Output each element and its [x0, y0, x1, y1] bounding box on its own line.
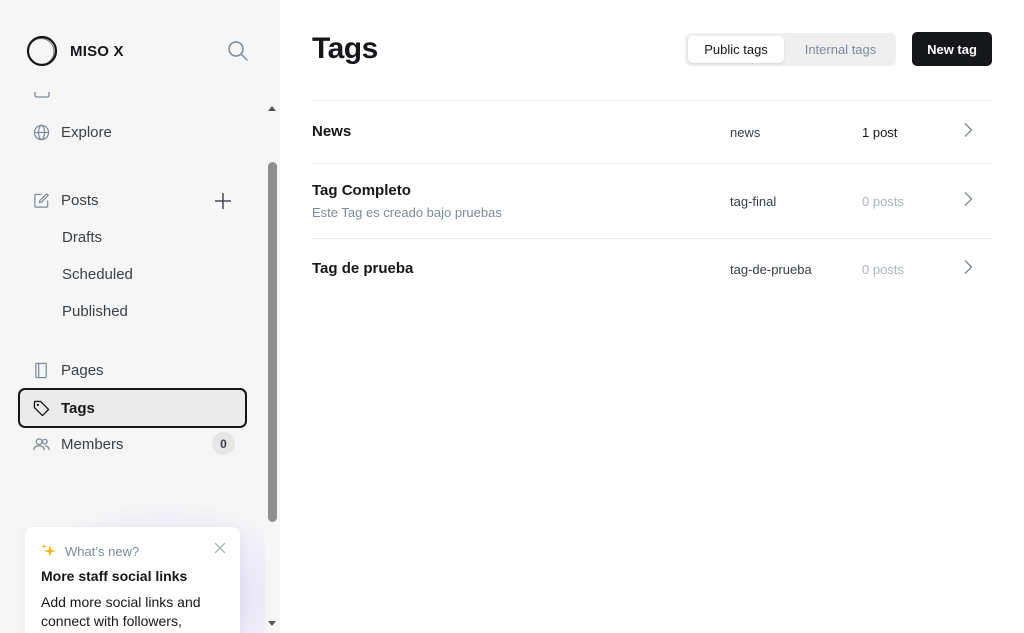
new-post-plus-icon[interactable]	[213, 191, 233, 211]
whats-new-text: Add more social links and connect with f…	[41, 594, 201, 633]
site-name: MISO X	[70, 42, 124, 60]
new-tag-button[interactable]: New tag	[912, 32, 992, 66]
tag-row[interactable]: Tag de prueba tag-de-prueba 0 posts	[312, 239, 992, 302]
tag-post-count: 1 post	[862, 125, 898, 140]
sidebar-item-label: Tags	[61, 399, 95, 417]
tag-name: Tag de prueba	[312, 260, 414, 277]
scroll-up-arrow-icon[interactable]	[268, 106, 276, 111]
tag-post-count: 0 posts	[862, 262, 904, 277]
tag-type-toggle: Public tags Internal tags	[685, 33, 896, 66]
sidebar-item-label: Posts	[61, 191, 99, 209]
tag-icon	[32, 399, 50, 417]
main-content: Tags Public tags Internal tags New tag N…	[280, 0, 1024, 633]
sparkle-icon	[41, 544, 56, 557]
sidebar-item-explore[interactable]: Explore	[18, 112, 247, 152]
sidebar-item-drafts[interactable]: Drafts	[62, 229, 102, 246]
edit-icon	[32, 191, 50, 209]
search-icon[interactable]	[226, 39, 250, 63]
tag-post-count: 0 posts	[862, 194, 904, 209]
members-icon	[32, 435, 50, 453]
scroll-down-arrow-icon[interactable]	[268, 621, 276, 626]
sidebar: MISO X Explore Posts Drafts Scheduled Pu…	[0, 0, 280, 633]
tag-description: Este Tag es creado bajo pruebas	[312, 205, 502, 220]
chevron-right-icon	[964, 123, 973, 137]
tag-slug: news	[730, 125, 761, 140]
tag-slug: tag-final	[730, 194, 777, 209]
whats-new-header: What’s new?	[41, 543, 224, 559]
tag-name: News	[312, 123, 352, 140]
sidebar-item-published[interactable]: Published	[62, 303, 128, 320]
tag-row[interactable]: News news 1 post	[312, 101, 992, 164]
sidebar-item-label: Pages	[61, 361, 104, 379]
site-logo-icon	[26, 35, 58, 67]
site-brand[interactable]: MISO X	[26, 35, 124, 67]
tag-slug: tag-de-prueba	[730, 262, 812, 277]
whats-new-card[interactable]: What’s new? More staff social links Add …	[25, 527, 240, 633]
close-icon[interactable]	[214, 542, 226, 554]
sidebar-item-label: Members	[61, 435, 124, 453]
sidebar-item-label: Explore	[61, 123, 112, 141]
tag-row[interactable]: Tag Completo Este Tag es creado bajo pru…	[312, 164, 992, 239]
sidebar-item-pages[interactable]: Pages	[18, 350, 247, 390]
tab-public-tags[interactable]: Public tags	[688, 36, 784, 63]
whats-new-title: More staff social links	[41, 568, 188, 584]
tab-internal-tags[interactable]: Internal tags	[789, 36, 892, 63]
chevron-right-icon	[964, 260, 973, 274]
members-count-badge: 0	[212, 432, 235, 455]
page-icon	[32, 361, 50, 379]
tags-list: News news 1 post Tag Completo Este Tag e…	[312, 100, 992, 302]
page-title: Tags	[312, 32, 378, 65]
chevron-right-icon	[964, 192, 973, 206]
sidebar-item-tags[interactable]: Tags	[18, 388, 247, 428]
whats-new-label: What’s new?	[65, 543, 140, 559]
dashboard-icon	[34, 92, 50, 98]
tag-name: Tag Completo	[312, 182, 411, 199]
sidebar-item-scheduled[interactable]: Scheduled	[62, 266, 133, 283]
globe-icon	[32, 123, 50, 141]
scroll-thumb[interactable]	[268, 162, 277, 522]
